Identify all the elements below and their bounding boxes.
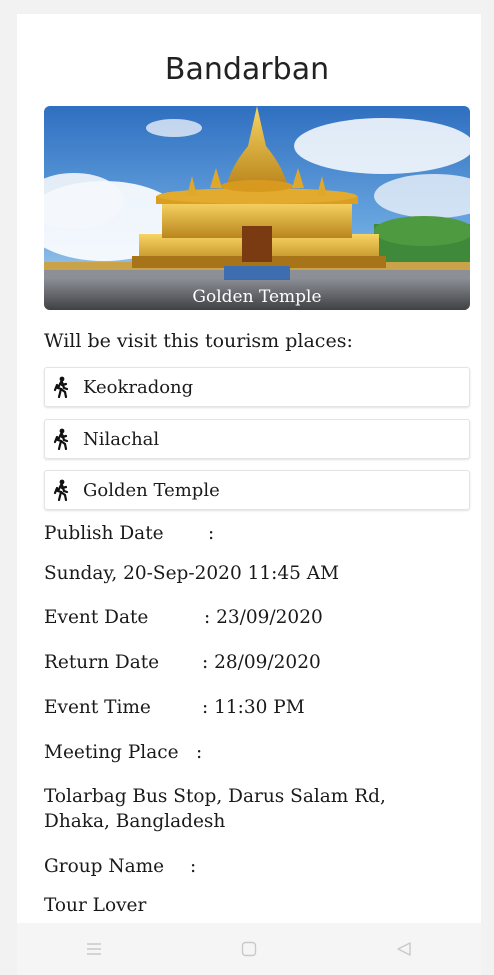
return-date-row: Return Date : 28/09/2020 (44, 652, 321, 673)
publish-date-label: Publish Date (44, 523, 164, 544)
group-name-label: Group Name (44, 856, 165, 877)
place-label: Nilachal (83, 428, 160, 450)
meeting-place-colon: : (196, 742, 203, 763)
places-heading: Will be visit this tourism places: (44, 330, 353, 352)
meeting-place-line2: Dhaka, Bangladesh (44, 811, 226, 832)
return-date-label: Return Date (44, 652, 160, 673)
event-time-row: Event Time : 11:30 PM (44, 697, 305, 718)
meeting-place-row: Meeting Place: (44, 742, 202, 763)
hiker-icon (53, 479, 73, 501)
hero-image[interactable]: Golden Temple (44, 106, 470, 310)
home-icon[interactable] (229, 937, 269, 961)
hiker-icon (53, 428, 73, 450)
meeting-place-line1: Tolarbag Bus Stop, Darus Salam Rd, (44, 786, 386, 807)
group-name-value: Tour Lover (44, 895, 147, 916)
system-nav-bar (17, 923, 481, 975)
event-time-label: Event Time (44, 697, 151, 718)
menu-icon[interactable] (74, 937, 114, 961)
hero-caption: Golden Temple (44, 278, 470, 310)
event-date-row: Event Date : 23/09/2020 (44, 607, 323, 628)
place-item-golden-temple[interactable]: Golden Temple (44, 470, 470, 510)
event-time-value: : 11:30 PM (202, 697, 305, 718)
publish-date-colon: : (208, 523, 215, 544)
place-item-keokradong[interactable]: Keokradong (44, 367, 470, 407)
back-icon[interactable] (384, 937, 424, 961)
page-title: Bandarban (164, 52, 330, 87)
event-date-label: Event Date (44, 607, 149, 628)
meeting-place-label: Meeting Place (44, 742, 179, 763)
place-label: Keokradong (83, 376, 194, 398)
event-date-value: : 23/09/2020 (204, 607, 323, 628)
group-name-colon: : (190, 856, 197, 877)
hiker-icon (53, 376, 73, 398)
publish-date-value: Sunday, 20-Sep-2020 11:45 AM (44, 563, 340, 584)
return-date-value: : 28/09/2020 (202, 652, 321, 673)
group-name-row: Group Name: (44, 856, 196, 877)
publish-date-row: Publish Date: (44, 523, 214, 544)
place-label: Golden Temple (83, 479, 220, 501)
place-item-nilachal[interactable]: Nilachal (44, 419, 470, 459)
